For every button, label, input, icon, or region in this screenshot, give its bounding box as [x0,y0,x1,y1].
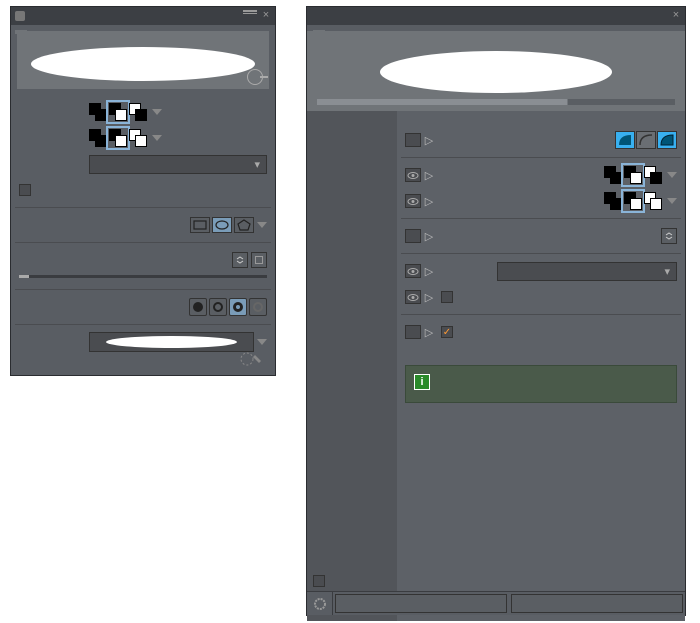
row-fill-color: ▷ [405,188,677,214]
seg-fill-only[interactable] [615,131,635,149]
visibility-toggle[interactable] [405,290,421,304]
visibility-toggle[interactable] [405,133,421,147]
expand-icon[interactable]: ▷ [423,265,435,278]
grip-icon[interactable] [15,11,25,21]
info-icon: i [414,374,430,390]
row-line-color [19,99,267,125]
shape-polygon-button[interactable] [234,217,254,233]
menu-icon[interactable] [243,9,257,17]
row-line-fill: ▷ [405,127,677,153]
color-swatch-user[interactable] [129,103,147,121]
row-brush-size [19,247,267,285]
row-shape [19,212,267,238]
expand-icon[interactable]: ▷ [423,326,435,339]
ellipse-preview-icon [380,51,613,93]
row-antialias [19,294,267,320]
aa-weak-button[interactable] [209,298,227,316]
row-bind-text: ▷ [405,319,677,345]
dropdown-icon[interactable] [667,198,677,204]
brush-shape-preview[interactable] [89,332,254,352]
tool-name-tag [313,30,325,34]
row-add-method: ▾ [19,151,267,177]
tool-preview [307,31,685,111]
category-display-checkbox[interactable] [313,575,325,587]
row-tone [19,177,267,203]
tool-preview [17,31,269,89]
visibility-toggle[interactable] [405,264,421,278]
titlebar[interactable]: × [11,7,275,25]
category-display-row [313,575,331,587]
aa-none-button[interactable] [189,298,207,316]
tone-checkbox[interactable] [441,291,453,303]
close-icon[interactable]: × [259,9,273,23]
add-method-dropdown[interactable]: ▾ [497,262,677,281]
expand-icon[interactable]: ▷ [423,169,435,182]
brush-size-slider[interactable] [19,275,267,285]
visibility-toggle[interactable] [405,194,421,208]
color-swatch[interactable] [604,166,622,184]
seg-line-fill[interactable] [657,131,677,149]
aa-mid-button[interactable] [229,298,247,316]
hint-box: i [405,365,677,403]
row-tone: ▷ [405,284,677,310]
dropdown-icon[interactable] [152,135,162,141]
progress-bar [317,99,675,105]
color-swatch-sub[interactable] [109,103,127,121]
shape-ellipse-button[interactable] [212,217,232,233]
stepper-icon[interactable] [232,252,248,268]
color-swatch-user[interactable] [129,129,147,147]
color-swatch-sub[interactable] [109,129,127,147]
aa-strong-button[interactable] [249,298,267,316]
color-swatch[interactable] [644,192,662,210]
color-swatch[interactable] [644,166,662,184]
color-swatch[interactable] [624,192,642,210]
titlebar[interactable]: × [307,7,685,25]
ellipse-preview-icon [31,47,255,81]
reset-button[interactable] [335,594,507,613]
dropdown-icon[interactable] [667,172,677,178]
close-icon[interactable]: × [669,9,683,23]
color-swatch-main[interactable] [89,129,107,147]
row-add-method: ▷ ▾ [405,258,677,284]
color-swatch[interactable] [604,192,622,210]
row-brush-shape [19,329,267,355]
subtool-detail-panel: × ▷ ▷ [306,6,686,616]
dropdown-icon[interactable] [257,339,267,345]
register-button[interactable] [511,594,683,613]
category-list [307,111,397,621]
dropdown-icon[interactable] [152,109,162,115]
tool-property-panel: × ▾ [10,6,276,376]
expand-icon[interactable]: ▷ [423,195,435,208]
color-swatch-main[interactable] [89,103,107,121]
row-line-color: ▷ [405,162,677,188]
visibility-toggle[interactable] [405,229,421,243]
wrench-icon[interactable] [237,349,267,371]
seg-line-only[interactable] [636,131,656,149]
tool-name-tag [15,30,27,34]
visibility-toggle[interactable] [405,325,421,339]
expand-icon[interactable]: ▷ [423,291,435,304]
lock-icon[interactable] [247,69,263,85]
expand-icon[interactable]: ▷ [423,230,435,243]
dropdown-icon[interactable] [257,222,267,228]
row-fill-opacity: ▷ [405,223,677,249]
add-method-dropdown[interactable]: ▾ [89,155,267,174]
gear-icon[interactable] [307,592,333,615]
tone-checkbox[interactable] [19,184,31,196]
bind-text-checkbox[interactable] [441,326,453,338]
bottom-bar [307,591,685,615]
expand-icon[interactable]: ▷ [423,134,435,147]
visibility-toggle[interactable] [405,168,421,182]
row-fill-color [19,125,267,151]
stepper-icon[interactable] [661,228,677,244]
color-swatch[interactable] [624,166,642,184]
link-icon[interactable] [251,252,267,268]
shape-rect-button[interactable] [190,217,210,233]
